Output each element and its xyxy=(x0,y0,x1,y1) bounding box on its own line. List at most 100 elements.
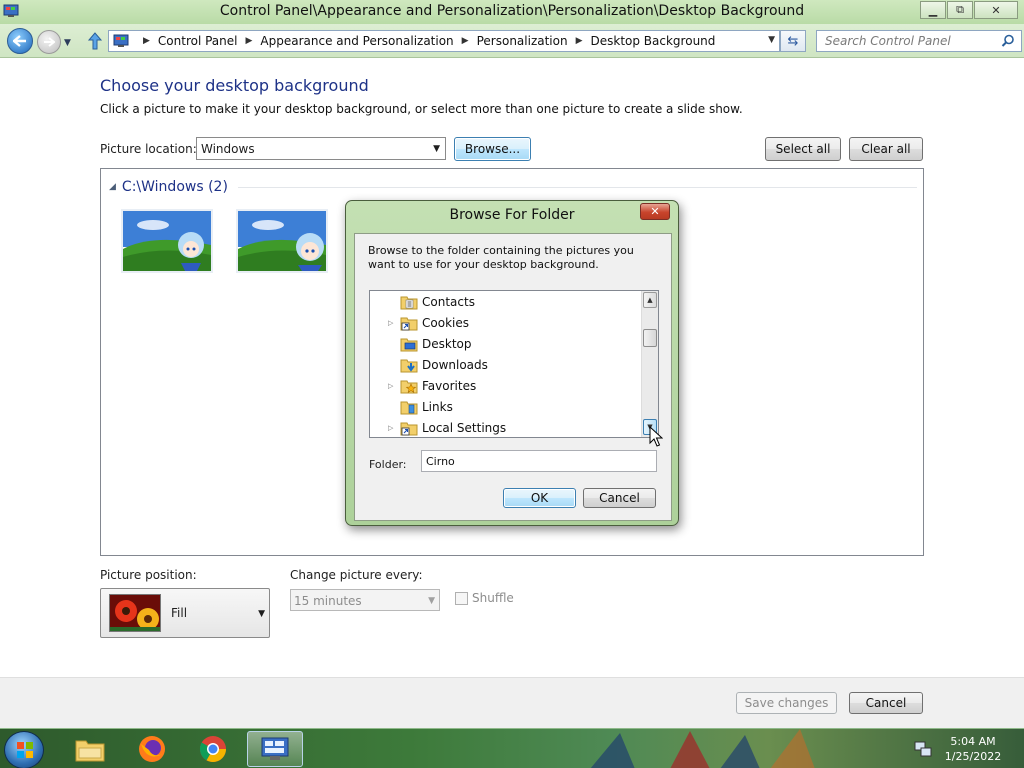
restore-button[interactable]: ⧉ xyxy=(947,1,973,19)
window-title: Control Panel\Appearance and Personaliza… xyxy=(219,3,805,19)
dialog-close-button[interactable]: ✕ xyxy=(640,203,670,220)
tree-item-label: Cookies xyxy=(422,315,469,330)
network-icon[interactable] xyxy=(914,740,932,758)
favorites-folder-icon xyxy=(400,380,418,393)
tree-item-label: Downloads xyxy=(422,357,488,372)
back-arrow-icon xyxy=(13,35,26,47)
chevron-down-icon: ▼ xyxy=(433,144,440,154)
chevron-right-icon[interactable]: ▶ xyxy=(246,36,253,46)
system-clock[interactable]: 5:04 AM 1/25/2022 xyxy=(940,734,1006,764)
explorer-icon xyxy=(75,740,105,762)
tree-scrollbar[interactable]: ▲ ▼ xyxy=(641,291,658,437)
minimize-button[interactable]: ▁ xyxy=(920,1,946,19)
wallpaper-thumbnail[interactable] xyxy=(236,209,328,273)
picture-position-dropdown[interactable]: Fill ▼ xyxy=(100,588,270,638)
wallpaper-decoration xyxy=(590,729,815,768)
group-header[interactable]: ◢ C:\Windows (2) xyxy=(109,179,917,195)
save-changes-button[interactable]: Save changes xyxy=(736,692,837,714)
refresh-button[interactable]: ⇆ xyxy=(780,30,806,52)
browse-button[interactable]: Browse... xyxy=(454,137,531,161)
collapse-arrow-icon[interactable]: ◢ xyxy=(109,182,116,192)
search-box[interactable] xyxy=(816,30,1022,52)
control-panel-icon xyxy=(113,34,129,47)
checkbox-box[interactable] xyxy=(455,591,468,605)
tree-item-desktop[interactable]: Desktop xyxy=(370,333,640,354)
search-input[interactable] xyxy=(817,31,997,51)
change-picture-interval-select[interactable]: 15 minutes ▼ xyxy=(290,589,440,611)
select-all-button[interactable]: Select all xyxy=(765,137,841,161)
up-arrow-icon[interactable] xyxy=(87,32,103,50)
chevron-right-icon[interactable]: ▶ xyxy=(462,36,469,46)
mouse-cursor-icon xyxy=(649,426,663,447)
clear-all-button[interactable]: Clear all xyxy=(849,137,923,161)
shuffle-checkbox[interactable]: Shuffle xyxy=(455,591,514,605)
breadcrumb-personalization[interactable]: Personalization xyxy=(477,34,568,48)
group-title: C:\Windows (2) xyxy=(121,179,228,195)
folder-tree[interactable]: Contacts ▷ Cookies Desktop Downloads ▷ F… xyxy=(369,290,659,438)
address-dropdown-icon[interactable]: ▼ xyxy=(768,35,775,45)
dialog-title: Browse For Folder xyxy=(449,207,575,223)
tree-item-label: Local Settings xyxy=(422,420,507,435)
wallpaper-image xyxy=(123,211,211,271)
breadcrumb[interactable]: ▶ Control Panel ▶ Appearance and Persona… xyxy=(108,30,780,52)
restore-icon: ⧉ xyxy=(956,3,964,16)
scroll-thumb[interactable] xyxy=(643,329,657,347)
breadcrumb-desktop-background[interactable]: Desktop Background xyxy=(591,34,716,48)
forward-button[interactable] xyxy=(37,30,61,54)
chevron-right-icon[interactable]: ▶ xyxy=(143,36,150,46)
picture-location-label: Picture location: xyxy=(100,142,197,156)
tree-item-links[interactable]: Links xyxy=(370,396,640,417)
chrome-icon xyxy=(199,736,227,763)
group-divider xyxy=(237,186,917,188)
search-icon[interactable] xyxy=(1001,34,1015,48)
ok-button[interactable]: OK xyxy=(503,488,576,508)
scroll-up-button[interactable]: ▲ xyxy=(643,292,657,308)
picture-position-value: Fill xyxy=(171,606,188,620)
dialog-cancel-button[interactable]: Cancel xyxy=(583,488,656,508)
start-button[interactable] xyxy=(4,731,44,768)
chevron-right-icon[interactable]: ▶ xyxy=(576,36,583,46)
shortcut-folder-icon xyxy=(400,422,418,435)
wallpaper-thumbnail[interactable] xyxy=(121,209,213,273)
shuffle-label: Shuffle xyxy=(472,591,514,605)
tree-item-cookies[interactable]: ▷ Cookies xyxy=(370,312,640,333)
back-button[interactable] xyxy=(7,28,33,54)
recent-pages-chevron-icon[interactable]: ▼ xyxy=(64,38,71,48)
taskbar-control-panel[interactable] xyxy=(247,731,303,767)
downloads-folder-icon xyxy=(400,359,418,372)
picture-location-value: Windows xyxy=(201,142,255,156)
address-bar: ▼ ▶ Control Panel ▶ Appearance and Perso… xyxy=(0,24,1024,58)
windows-logo-icon xyxy=(17,742,33,758)
taskbar-explorer[interactable] xyxy=(62,731,118,767)
taskbar: 5:04 AM 1/25/2022 xyxy=(0,728,1024,768)
breadcrumb-appearance[interactable]: Appearance and Personalization xyxy=(260,34,453,48)
change-picture-value: 15 minutes xyxy=(294,594,362,608)
chevron-up-icon: ▲ xyxy=(647,296,653,304)
tree-item-label: Links xyxy=(422,399,453,414)
contacts-folder-icon xyxy=(400,296,418,309)
folder-label: Folder: xyxy=(369,458,407,471)
browse-for-folder-dialog: Browse For Folder ✕ Browse to the folder… xyxy=(345,200,679,526)
folder-name-input[interactable] xyxy=(421,450,657,472)
expand-arrow-icon[interactable]: ▷ xyxy=(388,319,398,327)
close-icon: ✕ xyxy=(991,3,1001,17)
forward-arrow-icon xyxy=(44,37,55,47)
dialog-description: Browse to the folder containing the pict… xyxy=(368,244,634,271)
cancel-button[interactable]: Cancel xyxy=(849,692,923,714)
picture-position-label: Picture position: xyxy=(100,568,197,582)
tree-item-contacts[interactable]: Contacts xyxy=(370,291,640,312)
expand-arrow-icon[interactable]: ▷ xyxy=(388,382,398,390)
tree-item-favorites[interactable]: ▷ Favorites xyxy=(370,375,640,396)
tree-item-downloads[interactable]: Downloads xyxy=(370,354,640,375)
picture-location-select[interactable]: Windows ▼ xyxy=(196,137,446,160)
control-panel-icon xyxy=(261,737,289,760)
breadcrumb-control-panel[interactable]: Control Panel xyxy=(158,34,238,48)
taskbar-chrome[interactable] xyxy=(185,731,241,767)
taskbar-firefox[interactable] xyxy=(124,731,180,767)
tree-item-local-settings[interactable]: ▷ Local Settings xyxy=(370,417,640,437)
close-window-button[interactable]: ✕ xyxy=(974,1,1018,19)
page-subtitle: Click a picture to make it your desktop … xyxy=(100,102,743,116)
desktop-folder-icon xyxy=(400,338,418,351)
dialog-body: Browse to the folder containing the pict… xyxy=(354,233,672,521)
expand-arrow-icon[interactable]: ▷ xyxy=(388,424,398,432)
